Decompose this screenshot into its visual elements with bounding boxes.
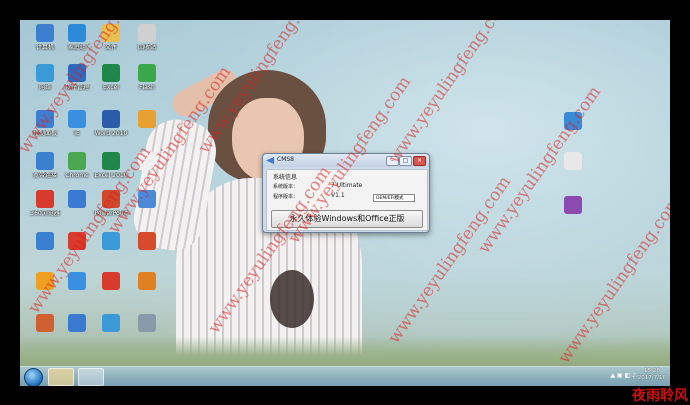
system-tray[interactable]: ▲ ▣ ◧ ♪ [610,372,636,379]
version-value: 7 Ultimate [331,182,363,189]
clock-time: 15:26 [643,368,660,374]
app-icon [36,272,54,290]
app-icon [102,152,120,170]
program-value: V1.1 [331,192,345,199]
desktop-icon[interactable] [124,152,170,172]
cms8-window[interactable]: CMS8 – □ × 系统信息 系统版本： 7 Ultimate 程序版本： V… [262,153,430,233]
app-icon [68,232,86,250]
app-icon [36,64,54,82]
desktop-icon-label: Excel 2010 [94,172,128,179]
desktop-icon-label: 360浏览器 [30,210,60,217]
desktop-icon-label: Flash [139,84,155,91]
watermark-text: www.yeyulingfeng.com [474,82,606,258]
app-icon [138,64,156,82]
app-icon [36,110,54,128]
app-icon [68,190,86,208]
mode-select[interactable]: OEM/EFI模式 [373,194,415,202]
app-icon [102,314,120,332]
app-icon [68,64,86,82]
activate-button[interactable]: 永久体验Windows和Office正版 [271,210,423,228]
app-icon [102,272,120,290]
app-icon [102,232,120,250]
app-icon [266,157,274,164]
taskbar-app-1[interactable] [48,368,74,386]
desktop-icon-right-3[interactable] [550,196,596,214]
app-icon [102,24,120,42]
app-icon [138,232,156,250]
app-icon [68,152,86,170]
desktop-icon-right-2[interactable] [550,152,596,170]
program-label: 程序版本： [273,194,299,200]
app-icon [36,314,54,332]
desktop-icon[interactable] [124,110,170,130]
start-button[interactable] [24,368,43,386]
app-icon [138,272,156,290]
watermark-text: www.yeyulingfeng.com [384,20,516,168]
clock[interactable]: 15:26 2017/7/16 [638,368,666,382]
desktop-icon-label: PowerPoint [94,210,128,217]
maximize-button[interactable]: □ [399,156,412,166]
app-icon [36,152,54,170]
section-label: 系统信息 [273,174,298,181]
desktop-icon[interactable] [124,314,170,334]
app-icon [138,190,156,208]
desktop-icon[interactable] [124,232,170,252]
app-icon [138,152,156,170]
minimize-button[interactable]: – [386,156,399,166]
app-icon [36,24,54,42]
window-body: 系统信息 系统版本： 7 Ultimate 程序版本： V1.1 OEM/EFI… [266,169,428,231]
app-icon [102,64,120,82]
clock-date: 2017/7/16 [637,375,666,381]
app-icon [138,314,156,332]
desktop-icon-label: Word 2010 [94,130,128,137]
app-icon [68,272,86,290]
window-titlebar[interactable]: CMS8 – □ × [263,154,429,167]
app-icon [138,24,156,42]
corner-watermark: 夜雨聆风 [632,388,688,404]
desktop-icon[interactable] [124,190,170,210]
app-icon [102,190,120,208]
taskbar-app-2[interactable] [78,368,104,386]
app-icon [68,110,86,128]
app-icon [138,110,156,128]
desktop-icon-right-1[interactable] [550,112,596,130]
app-icon [36,190,54,208]
desktop: 计算机 家庭组 文件 回收站 网络 软件管理 Excel Flash 控制面板 IE Word 20… [20,20,670,386]
app-icon [36,232,54,250]
window-title: CMS8 [277,156,294,163]
desktop-icon[interactable] [124,272,170,292]
taskbar: ▲ ▣ ◧ ♪ 15:26 2017/7/16 [20,366,670,386]
desktop-icon-label: 回收站 [137,44,156,51]
close-button[interactable]: × [413,156,426,166]
app-icon [68,24,86,42]
app-icon [68,314,86,332]
desktop-icon[interactable]: 回收站 [124,24,170,51]
desktop-icon[interactable]: Flash [124,64,170,91]
version-label: 系统版本： [273,184,299,190]
app-icon [102,110,120,128]
